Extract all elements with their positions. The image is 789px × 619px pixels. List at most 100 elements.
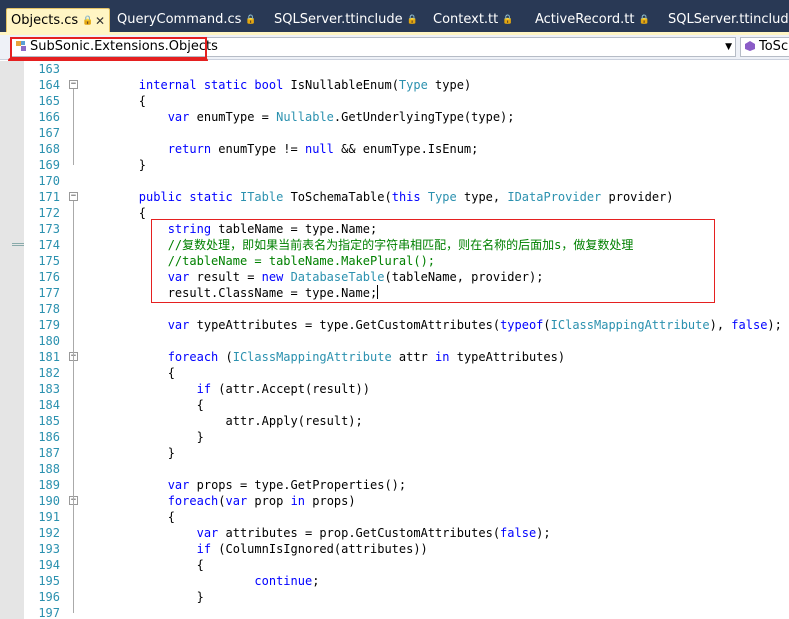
- code-text: {: [81, 509, 175, 525]
- tab-objects-cs[interactable]: Objects.cs 🔒 ✕: [6, 8, 110, 32]
- code-line[interactable]: 179 var typeAttributes = type.GetCustomA…: [0, 317, 789, 333]
- code-token: props = type.GetProperties();: [189, 478, 407, 492]
- code-text: {: [81, 557, 204, 573]
- lock-icon: 🔒: [406, 15, 418, 25]
- code-line[interactable]: 185 attr.Apply(result);: [0, 413, 789, 429]
- code-line[interactable]: 192 var attributes = prop.GetCustomAttri…: [0, 525, 789, 541]
- code-token: return: [167, 142, 212, 156]
- tab-sqlserver-ttinclude[interactable]: SQLServer.ttinclude 🔒: [274, 8, 418, 32]
- code-line[interactable]: 194 {: [0, 557, 789, 573]
- line-number: 171: [38, 190, 60, 204]
- code-line[interactable]: 180: [0, 333, 789, 349]
- code-token: {: [81, 94, 147, 108]
- code-line[interactable]: 164− internal static bool IsNullableEnum…: [0, 77, 789, 93]
- code-line[interactable]: 183 if (attr.Accept(result)): [0, 381, 789, 397]
- line-number: 186: [38, 430, 60, 444]
- code-token: ITable: [239, 190, 284, 204]
- code-line[interactable]: 190− foreach(var prop in props): [0, 493, 789, 509]
- line-number: 185: [38, 414, 60, 428]
- code-text: var typeAttributes = type.GetCustomAttri…: [81, 317, 782, 333]
- code-line[interactable]: 169 }: [0, 157, 789, 173]
- code-line[interactable]: 187 }: [0, 445, 789, 461]
- code-text: {: [81, 365, 175, 381]
- code-token: {: [81, 398, 204, 412]
- line-number: 188: [38, 462, 60, 476]
- code-token: (attr.Accept(result)): [211, 382, 370, 396]
- line-number: 178: [38, 302, 60, 316]
- close-icon[interactable]: ✕: [95, 9, 105, 33]
- highlight-box-code: [151, 219, 715, 303]
- line-number: 182: [38, 366, 60, 380]
- code-text: var attributes = prop.GetCustomAttribute…: [81, 525, 551, 541]
- code-text: }: [81, 445, 175, 461]
- code-token: attr.Apply(result);: [81, 414, 363, 428]
- tab-label: Objects.cs: [11, 13, 79, 28]
- code-line[interactable]: 191 {: [0, 509, 789, 525]
- code-token: {: [81, 206, 147, 220]
- line-number: 167: [38, 126, 60, 140]
- code-token: Type: [427, 190, 457, 204]
- code-text: {: [81, 93, 146, 109]
- code-text: return enumType != null && enumType.IsEn…: [81, 141, 479, 157]
- outline-guide: [73, 89, 74, 165]
- code-line[interactable]: 168 return enumType != null && enumType.…: [0, 141, 789, 157]
- code-line[interactable]: 167: [0, 125, 789, 141]
- code-text: public static ITable ToSchemaTable(this …: [81, 189, 674, 205]
- code-text: foreach(var prop in props): [81, 493, 356, 509]
- code-token: prop: [247, 494, 291, 508]
- code-line[interactable]: 171− public static ITable ToSchemaTable(…: [0, 189, 789, 205]
- code-line[interactable]: 196 }: [0, 589, 789, 605]
- lock-icon: 🔒: [502, 15, 514, 25]
- code-editor[interactable]: 163 164− internal static bool IsNullableE…: [0, 61, 789, 619]
- code-line[interactable]: 163: [0, 61, 789, 77]
- code-line[interactable]: 188: [0, 461, 789, 477]
- collapse-icon[interactable]: −: [69, 80, 78, 89]
- tab-sqlserver-ttinclude-2[interactable]: SQLServer.ttinclude🔒: [668, 8, 789, 32]
- code-token: ToSchemaTable(: [283, 190, 392, 204]
- tab-activerecord-tt[interactable]: ActiveRecord.tt 🔒: [535, 8, 650, 32]
- chevron-down-icon[interactable]: ▼: [725, 38, 732, 56]
- member-dropdown-value: ToSc: [759, 39, 789, 54]
- code-token: );: [536, 526, 551, 540]
- code-line[interactable]: 181− foreach (IClassMappingAttribute att…: [0, 349, 789, 365]
- line-number: 183: [38, 382, 60, 396]
- code-token: (ColumnIsIgnored(attributes)): [211, 542, 428, 556]
- code-token: IClassMappingAttribute: [550, 318, 710, 332]
- tab-querycommand-cs[interactable]: QueryCommand.cs 🔒: [117, 8, 257, 32]
- code-line[interactable]: 195 continue;: [0, 573, 789, 589]
- code-line[interactable]: 197: [0, 605, 789, 619]
- collapse-icon[interactable]: −: [69, 192, 78, 201]
- line-number: 181: [38, 350, 60, 364]
- line-number: 187: [38, 446, 60, 460]
- code-token: false: [731, 318, 768, 332]
- line-number: 177: [38, 286, 60, 300]
- line-number: 191: [38, 510, 60, 524]
- code-line[interactable]: 166 var enumType = Nullable.GetUnderlyin…: [0, 109, 789, 125]
- code-line[interactable]: 189 var props = type.GetProperties();: [0, 477, 789, 493]
- code-token: var: [167, 478, 190, 492]
- line-number: 166: [38, 110, 60, 124]
- code-token: var: [167, 110, 190, 124]
- method-icon: [745, 41, 755, 51]
- code-line[interactable]: 186 }: [0, 429, 789, 445]
- code-token: {: [81, 510, 175, 524]
- code-line[interactable]: 182 {: [0, 365, 789, 381]
- code-line[interactable]: 165 {: [0, 93, 789, 109]
- code-token: typeAttributes = type.GetCustomAttribute…: [189, 318, 501, 332]
- code-line[interactable]: 170: [0, 173, 789, 189]
- line-number: 189: [38, 478, 60, 492]
- code-token: public: [138, 190, 183, 204]
- code-line[interactable]: 193 if (ColumnIsIgnored(attributes)): [0, 541, 789, 557]
- code-text: attr.Apply(result);: [81, 413, 363, 429]
- code-line[interactable]: 184 {: [0, 397, 789, 413]
- code-line[interactable]: 178: [0, 301, 789, 317]
- tab-context-tt[interactable]: Context.tt 🔒: [433, 8, 513, 32]
- code-token: );: [767, 318, 782, 332]
- member-dropdown[interactable]: ToSc: [740, 37, 789, 57]
